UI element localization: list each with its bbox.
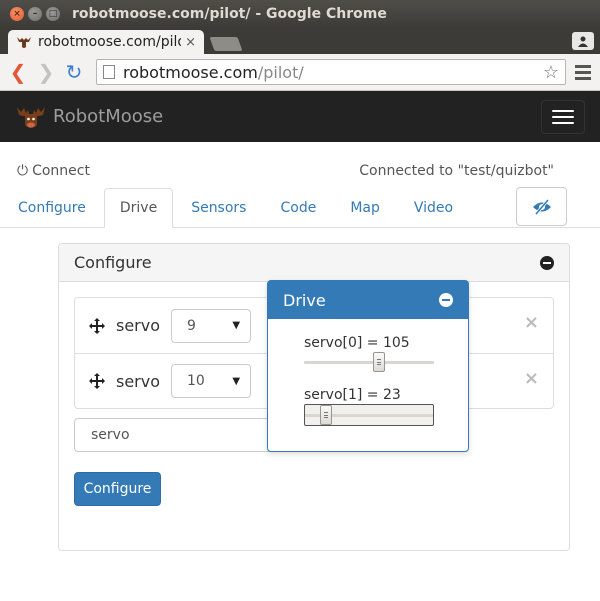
servo-0-label: servo[0] = 105	[304, 335, 410, 351]
url-host: robotmoose.com	[123, 62, 258, 82]
page-content: RobotMoose ⏻ Connect Connected to "test/…	[0, 91, 600, 601]
servo-0-slider[interactable]	[304, 352, 434, 374]
tab-code[interactable]: Code	[264, 188, 332, 227]
chevron-down-icon: ▼	[232, 375, 241, 387]
tab-drive[interactable]: Drive	[103, 188, 174, 228]
drive-panel-title: Drive	[283, 290, 326, 310]
collapse-minus-icon[interactable]	[540, 255, 554, 270]
browser-toolbar: ❮ ❯ ↻ robotmoose.com/pilot/ ☆	[0, 54, 600, 91]
connection-status: Connected to "test/quizbot"	[359, 163, 554, 179]
browser-tab-title: robotmoose.com/pilot/	[38, 34, 182, 50]
url-path: /pilot/	[257, 62, 304, 82]
site-navbar: RobotMoose	[0, 91, 600, 142]
moose-favicon-icon	[17, 37, 31, 48]
move-icon[interactable]	[89, 373, 105, 389]
chrome-menu-icon[interactable]	[572, 61, 594, 83]
connect-button[interactable]: ⏻ Connect	[17, 163, 90, 179]
configure-button[interactable]: Configure	[74, 472, 161, 506]
connection-bar: ⏻ Connect Connected to "test/quizbot"	[0, 142, 600, 189]
chevron-down-icon: ▼	[232, 320, 241, 331]
moose-logo-icon	[17, 106, 45, 128]
window-title: robotmoose.com/pilot/ - Google Chrome	[72, 6, 387, 22]
remove-device-icon[interactable]: ×	[524, 312, 539, 333]
bookmark-star-icon[interactable]: ☆	[543, 62, 559, 83]
page-icon	[103, 65, 115, 79]
browser-tabstrip: robotmoose.com/pilot/ ×	[0, 28, 600, 54]
device-type-input-value: servo	[91, 427, 130, 443]
servo-1-slider[interactable]	[304, 404, 434, 426]
pin-select-value: 10	[187, 373, 205, 389]
power-icon: ⏻	[17, 163, 29, 179]
window-maximize-button[interactable]: □	[46, 7, 60, 21]
drive-panel: Drive servo[0] = 105 servo[1] = 23	[267, 280, 469, 452]
collapse-minus-icon[interactable]	[439, 293, 453, 307]
pilot-tabs: Configure Drive Sensors Code Map Video	[0, 187, 600, 228]
forward-arrow-icon[interactable]: ❯	[34, 60, 58, 84]
reload-icon[interactable]: ↻	[62, 60, 86, 84]
window-minimize-button[interactable]: –	[28, 7, 42, 21]
window-titlebar: × – □ robotmoose.com/pilot/ - Google Chr…	[0, 0, 600, 28]
configure-panel-heading: Configure	[59, 244, 569, 282]
device-type-input[interactable]: servo	[74, 418, 284, 452]
pin-select[interactable]: 10 ▼	[171, 364, 252, 398]
tab-video[interactable]: Video	[398, 188, 469, 227]
browser-tab[interactable]: robotmoose.com/pilot/ ×	[8, 30, 204, 54]
pin-select[interactable]: 9 ▼	[171, 308, 252, 343]
device-type-label: servo	[116, 371, 161, 391]
window-close-button[interactable]: ×	[10, 7, 24, 21]
tab-sensors[interactable]: Sensors	[175, 188, 262, 227]
tab-close-icon[interactable]: ×	[185, 35, 196, 50]
tab-map[interactable]: Map	[334, 188, 396, 227]
brand-name: RobotMoose	[53, 106, 164, 127]
connect-label: Connect	[32, 163, 90, 179]
servo-1-label: servo[1] = 23	[304, 387, 401, 403]
configure-panel-title: Configure	[74, 253, 152, 272]
new-tab-button[interactable]	[209, 37, 243, 51]
remove-device-icon[interactable]: ×	[524, 368, 539, 389]
profile-icon[interactable]	[572, 32, 594, 50]
device-type-label: servo	[116, 316, 161, 335]
address-bar[interactable]: robotmoose.com/pilot/ ☆	[96, 59, 566, 85]
servo-0-control: servo[0] = 105	[304, 335, 434, 374]
navbar-toggle-button[interactable]	[541, 99, 585, 134]
back-arrow-icon[interactable]: ❮	[6, 60, 30, 84]
slider-thumb[interactable]	[373, 352, 385, 372]
eye-slash-icon	[532, 198, 551, 215]
pin-select-value: 9	[187, 317, 196, 334]
tab-configure[interactable]: Configure	[2, 188, 102, 227]
move-icon[interactable]	[89, 317, 105, 334]
servo-1-control: servo[1] = 23	[304, 387, 434, 426]
drive-panel-heading[interactable]: Drive	[268, 281, 468, 319]
hide-eye-button[interactable]	[516, 187, 567, 226]
brand-link[interactable]: RobotMoose	[15, 103, 163, 131]
slider-thumb[interactable]	[320, 405, 332, 425]
